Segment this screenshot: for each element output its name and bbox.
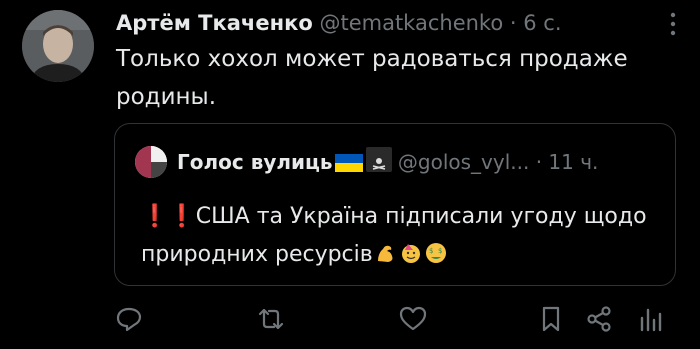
- bookmark-icon[interactable]: [536, 304, 566, 334]
- views-icon[interactable]: [636, 304, 666, 334]
- quoted-author-avatar: [135, 146, 167, 178]
- exclamation-icons: ❗❗: [141, 204, 196, 229]
- quoted-tweet-text: ❗❗США та Україна підписали угоду щодо пр…: [141, 198, 661, 274]
- author-handle[interactable]: @tematkachenko: [319, 11, 503, 35]
- action-bar: [0, 300, 700, 340]
- tweet-text: Только хохол может радоваться продаже ро…: [116, 46, 628, 110]
- ukraine-flag-icon: [334, 147, 363, 172]
- meta-separator: ·: [509, 11, 517, 35]
- more-icon[interactable]: [670, 12, 676, 36]
- quoted-meta-separator: ·: [535, 150, 543, 174]
- flexed-biceps-emoji-icon: [374, 240, 398, 264]
- money-mouth-emoji-icon: $ $: [424, 240, 448, 264]
- author-avatar[interactable]: [22, 10, 94, 82]
- quoted-tweet[interactable]: Голос вулиць @golos_vyl... · 11 ч. ❗❗США…: [114, 123, 676, 286]
- tweet-time[interactable]: 6 с.: [523, 11, 561, 35]
- pirate-flag-icon: [365, 147, 392, 172]
- quoted-tweet-time: 11 ч.: [548, 150, 599, 174]
- quoted-author-name: Голос вулиць: [177, 150, 333, 174]
- tweet-header: Артём Ткаченко @tematkachenko · 6 с.: [116, 6, 660, 40]
- like-icon[interactable]: [398, 304, 428, 334]
- quoted-author-handle: @golos_vyl...: [397, 150, 530, 174]
- retweet-icon[interactable]: [256, 304, 286, 334]
- party-face-emoji-icon: [399, 240, 423, 264]
- svg-text:$: $: [438, 247, 442, 255]
- share-icon[interactable]: [584, 304, 614, 334]
- svg-text:$: $: [429, 247, 433, 255]
- reply-icon[interactable]: [114, 304, 144, 334]
- author-name[interactable]: Артём Ткаченко: [116, 11, 313, 35]
- quoted-header: Голос вулиць @golos_vyl... · 11 ч.: [177, 144, 598, 180]
